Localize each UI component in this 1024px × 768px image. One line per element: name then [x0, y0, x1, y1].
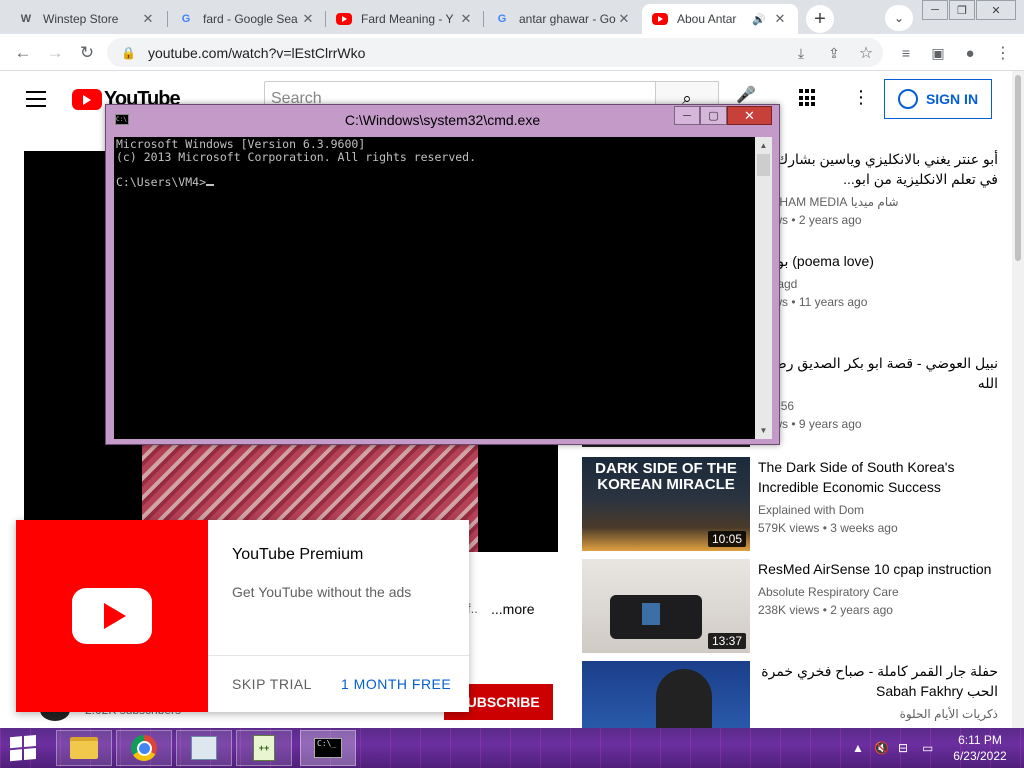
close-icon[interactable]: ✕	[300, 11, 316, 27]
video-thumbnail[interactable]: DARK SIDE OF THE KOREAN MIRACLE 10:05	[582, 457, 750, 551]
taskbar-notepad-plus-plus[interactable]: ++	[236, 730, 292, 766]
youtube-icon	[72, 89, 102, 110]
system-clock[interactable]: 6:11 PM 6/23/2022	[950, 732, 1010, 764]
recommendation-info: حفلة جار القمر كاملة - صباح فخري خمرة ال…	[761, 663, 998, 721]
chrome-icon	[131, 735, 157, 761]
reload-icon[interactable]: ↻	[74, 40, 100, 66]
tab-winstep[interactable]: W Winstep Store ✕	[8, 4, 166, 34]
prompt-line: C:\Users\VM4>	[116, 175, 753, 189]
sign-in-button[interactable]: SIGN IN	[884, 79, 992, 119]
hamburger-menu-icon[interactable]	[26, 91, 46, 107]
google-icon: G	[497, 13, 507, 25]
restore-button[interactable]: ❐	[949, 0, 975, 20]
month-free-button[interactable]: 1 MONTH FREE	[341, 676, 451, 692]
network-icon[interactable]: ⊟	[898, 728, 908, 768]
youtube-icon	[336, 13, 352, 25]
scroll-down-arrow-icon[interactable]: ▼	[755, 422, 772, 439]
youtube-icon	[652, 13, 668, 25]
scroll-up-arrow-icon[interactable]: ▲	[755, 137, 772, 154]
recommendation-info: نبيل العوضي - قصة ابو بكر الصديق رضي الل…	[758, 355, 998, 431]
side-panel-icon[interactable]: ▣	[925, 40, 951, 66]
recommendation-info: أبو عنتر يغني بالانكليزي وياسين بشارك في…	[758, 151, 998, 227]
recommendation-item[interactable]: DARK SIDE OF THE KOREAN MIRACLE 10:05 Th…	[582, 457, 1012, 551]
media-control-icon[interactable]: ≡	[893, 40, 919, 66]
volume-muted-icon[interactable]: 🔇	[874, 728, 889, 768]
browser-toolbar: ← → ↻ 🔒 youtube.com/watch?v=lEstClrrWko …	[0, 34, 1024, 71]
taskbar-command-prompt[interactable]: C:\_	[300, 730, 356, 766]
address-bar[interactable]: 🔒 youtube.com/watch?v=lEstClrrWko	[107, 38, 883, 67]
singer-image	[656, 669, 712, 728]
tab-fard-google[interactable]: G fard - Google Sea ✕	[168, 4, 326, 34]
start-button-windows-icon[interactable]	[10, 734, 38, 762]
command-prompt-icon: C:\_	[314, 738, 342, 758]
close-button[interactable]: ✕	[727, 106, 772, 125]
profile-icon[interactable]: ●	[957, 40, 983, 66]
show-hidden-icons-arrow-icon[interactable]: ▲	[852, 728, 864, 768]
install-icon[interactable]: ⤓	[788, 40, 814, 66]
bookmark-star-icon[interactable]: ☆	[853, 40, 879, 66]
recommendation-info: The Dark Side of South Korea's Incredibl…	[758, 459, 955, 535]
recommendation-item[interactable]: 13:37 ResMed AirSense 10 cpap instructio…	[582, 559, 1012, 653]
video-thumbnail[interactable]: 13:37	[582, 559, 750, 653]
divider	[208, 655, 469, 656]
minimize-button[interactable]: ─	[674, 106, 700, 125]
maximize-button[interactable]: ▢	[700, 106, 727, 125]
close-icon[interactable]: ✕	[616, 11, 632, 27]
scrollbar-thumb[interactable]	[757, 154, 770, 176]
settings-kebab-icon[interactable]: ⋮	[852, 87, 870, 108]
account-icon	[897, 89, 918, 109]
action-center-icon[interactable]: ▭	[922, 728, 933, 768]
console-output[interactable]: Microsoft Windows [Version 6.3.9600] (c) …	[114, 137, 755, 439]
video-duration: 10:05	[707, 531, 746, 547]
channel-name[interactable]: شام ميديا SHAM MEDIA ✔	[758, 193, 998, 211]
lock-icon[interactable]: 🔒	[121, 46, 136, 60]
text-cursor	[206, 183, 215, 186]
tab-abou-antar[interactable]: Abou Antar 🔊 ✕	[642, 4, 798, 34]
winstep-icon: W	[20, 13, 32, 25]
scrollbar-thumb[interactable]	[1015, 75, 1021, 261]
recommendation-info: ResMed AirSense 10 cpap instruction Abso…	[758, 561, 992, 617]
taskbar-file-explorer[interactable]	[56, 730, 112, 766]
cmd-title-bar[interactable]: C:\ C:\Windows\system32\cmd.exe ─ ▢ ✕	[106, 105, 779, 135]
page-scrollbar[interactable]	[1012, 71, 1024, 728]
minimize-button[interactable]: ─	[922, 0, 948, 20]
close-icon[interactable]: ✕	[458, 11, 474, 27]
new-tab-button[interactable]: +	[806, 5, 834, 33]
window-close-button[interactable]: ✕	[976, 0, 1016, 20]
microphone-icon[interactable]: 🎤	[736, 85, 756, 105]
console-scrollbar[interactable]: ▲ ▼	[755, 137, 772, 439]
share-icon[interactable]: ⇪	[821, 40, 847, 66]
close-icon[interactable]: ✕	[772, 11, 788, 27]
tab-search-button[interactable]: ⌄	[885, 5, 913, 31]
youtube-icon	[72, 588, 152, 644]
notepad-plus-plus-icon: ++	[253, 735, 275, 761]
video-thumbnail[interactable]	[582, 661, 750, 728]
forward-icon[interactable]: →	[42, 40, 68, 66]
tab-antar-ghawar[interactable]: G antar ghawar - Go ✕	[484, 4, 642, 34]
apps-grid-icon[interactable]	[799, 89, 817, 107]
chrome-menu-icon[interactable]: ⋮	[990, 40, 1016, 66]
tab-fard-meaning[interactable]: Fard Meaning - Y ✕	[326, 4, 484, 34]
close-icon[interactable]: ✕	[140, 11, 156, 27]
control-panel-icon	[191, 736, 217, 760]
skip-trial-button[interactable]: SKIP TRIAL	[232, 676, 312, 692]
speaker-icon[interactable]: 🔊	[752, 13, 766, 26]
back-icon[interactable]: ←	[10, 40, 36, 66]
folder-icon	[70, 737, 98, 759]
tab-strip: W Winstep Store ✕ G fard - Google Sea ✕ …	[0, 0, 1024, 34]
cmd-window[interactable]: C:\ C:\Windows\system32\cmd.exe ─ ▢ ✕ Mi…	[105, 104, 780, 445]
device-screen-image	[642, 603, 660, 625]
recommendation-item[interactable]: حفلة جار القمر كاملة - صباح فخري خمرة ال…	[582, 661, 1012, 728]
promo-banner	[16, 520, 208, 712]
taskbar-chrome[interactable]	[116, 730, 172, 766]
google-icon: G	[181, 13, 191, 25]
taskbar-control-panel[interactable]	[176, 730, 232, 766]
youtube-premium-promo: YouTube Premium Get YouTube without the …	[16, 520, 469, 712]
show-more-link[interactable]: ...more	[491, 601, 535, 617]
video-duration: 13:37	[707, 633, 746, 649]
windows-taskbar: ++ C:\_ ▲ 🔇 ⊟ ▭ 6:11 PM 6/23/2022	[0, 728, 1024, 768]
recommendation-info: بوسة (poema love) elmagd views • 11 year…	[758, 253, 874, 309]
